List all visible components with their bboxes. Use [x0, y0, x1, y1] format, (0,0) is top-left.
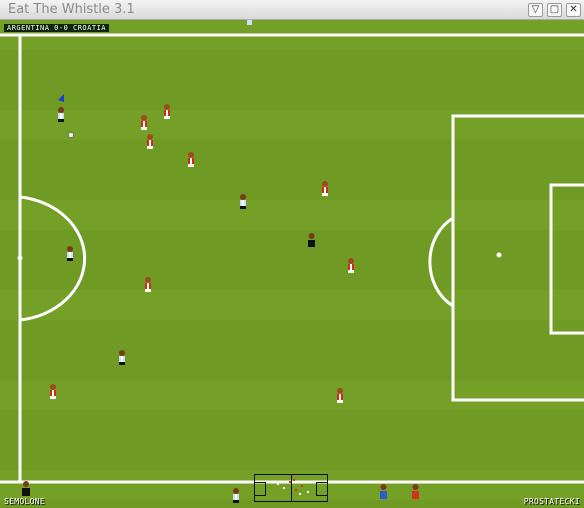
- window-titlebar[interactable]: Eat The Whistle 3.1 ▽ ▢ ✕: [0, 0, 584, 20]
- close-button[interactable]: ✕: [566, 3, 581, 17]
- grass-stripes: [0, 20, 584, 500]
- penalty-spot: [496, 252, 502, 258]
- minimize-button[interactable]: ▽: [528, 3, 543, 17]
- maximize-button[interactable]: ▢: [547, 3, 562, 17]
- penalty-area: [451, 114, 584, 402]
- home-player-name: SEMOLONE: [4, 497, 45, 506]
- pitch-lines: [0, 20, 584, 500]
- scoreboard: ARGENTINA 0-0 CROATIA: [4, 24, 110, 32]
- away-player-name: PROSTATECKI: [523, 497, 580, 506]
- window-title: Eat The Whistle 3.1: [8, 2, 135, 17]
- game-pitch[interactable]: ARGENTINA 0-0 CROATIA SEMOLONE PROSTATEC…: [0, 20, 584, 508]
- minimap-radar: [254, 474, 328, 502]
- center-spot: [17, 255, 23, 261]
